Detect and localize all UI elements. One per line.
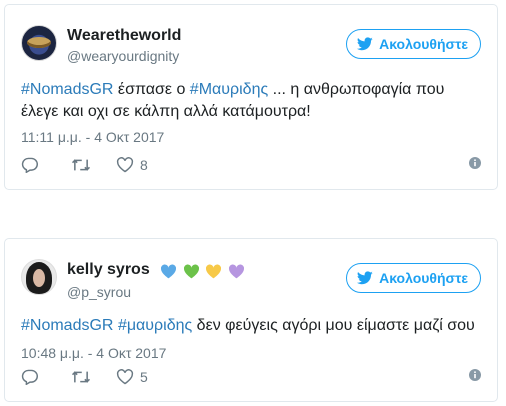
green-heart-icon	[183, 264, 199, 279]
follow-label: Ακολουθήστε	[379, 36, 468, 52]
avatar[interactable]	[21, 259, 57, 295]
tweet-actions: 8	[21, 157, 481, 177]
timestamp[interactable]: 11:11 μ.μ. - 4 Οκτ 2017	[21, 129, 164, 145]
retweet-button[interactable]	[71, 157, 91, 173]
reply-button[interactable]	[21, 157, 39, 173]
retweet-icon	[71, 159, 91, 171]
timestamp[interactable]: 10:48 μ.μ. - 4 Οκτ 2017	[21, 345, 166, 361]
text-segment: δεν φεύγεις αγόρι μου είμαστε μαζί σου	[192, 317, 475, 334]
tweet-card: Wearetheworld @wearyourdignity Ακολουθήσ…	[4, 4, 498, 190]
like-count: 5	[140, 369, 148, 385]
tweet-text: #NomadsGR #μαυριδης δεν φεύγεις αγόρι μο…	[21, 315, 481, 337]
reply-icon	[21, 369, 38, 385]
twitter-bird-icon	[357, 271, 373, 285]
handle[interactable]: @p_syrou	[67, 283, 246, 301]
retweet-button[interactable]	[71, 369, 91, 385]
follow-label: Ακολουθήστε	[379, 270, 468, 286]
hashtag-link[interactable]: #μαυριδης	[118, 317, 192, 334]
reply-button[interactable]	[21, 369, 39, 385]
twitter-bird-icon	[357, 37, 373, 51]
yellow-heart-icon	[206, 264, 222, 279]
tweet-text: #NomadsGR έσπασε ο #Μαυριδης ... η ανθρω…	[21, 79, 481, 123]
purple-heart-icon	[228, 264, 244, 279]
follow-button[interactable]: Ακολουθήστε	[346, 29, 481, 59]
heart-icon	[116, 157, 134, 173]
tweet-header: Wearetheworld @wearyourdignity Ακολουθήσ…	[21, 21, 481, 69]
heart-icon	[116, 369, 134, 385]
tweet-header: kelly syros @p_syrou Ακολουθήστε	[21, 255, 481, 303]
follow-button[interactable]: Ακολουθήστε	[346, 263, 481, 293]
display-name: kelly syros	[67, 261, 246, 281]
like-count: 8	[140, 157, 148, 173]
display-name-text[interactable]: kelly syros	[67, 261, 150, 278]
hashtag-link[interactable]: #NomadsGR	[21, 81, 113, 98]
author: kelly syros @p_syrou	[67, 261, 246, 301]
emoji-hearts	[160, 263, 245, 281]
display-name[interactable]: Wearetheworld	[67, 27, 181, 45]
tweet-actions: 5	[21, 369, 481, 389]
text-segment: έσπασε ο	[113, 81, 190, 98]
info-button[interactable]	[469, 157, 481, 169]
info-icon	[469, 369, 481, 381]
avatar[interactable]	[21, 25, 57, 61]
info-button[interactable]	[469, 369, 481, 381]
like-button[interactable]: 5	[116, 369, 148, 385]
handle[interactable]: @wearyourdignity	[67, 47, 181, 65]
info-icon	[469, 157, 481, 169]
reply-icon	[21, 157, 38, 173]
blue-heart-icon	[161, 264, 177, 279]
hashtag-link[interactable]: #NomadsGR	[21, 317, 113, 334]
retweet-icon	[71, 371, 91, 383]
author: Wearetheworld @wearyourdignity	[67, 27, 181, 65]
like-button[interactable]: 8	[116, 157, 148, 173]
tweet-card: kelly syros @p_syrou Ακολουθήστε #Nomads…	[4, 238, 498, 402]
hashtag-link[interactable]: #Μαυριδης	[190, 81, 268, 98]
